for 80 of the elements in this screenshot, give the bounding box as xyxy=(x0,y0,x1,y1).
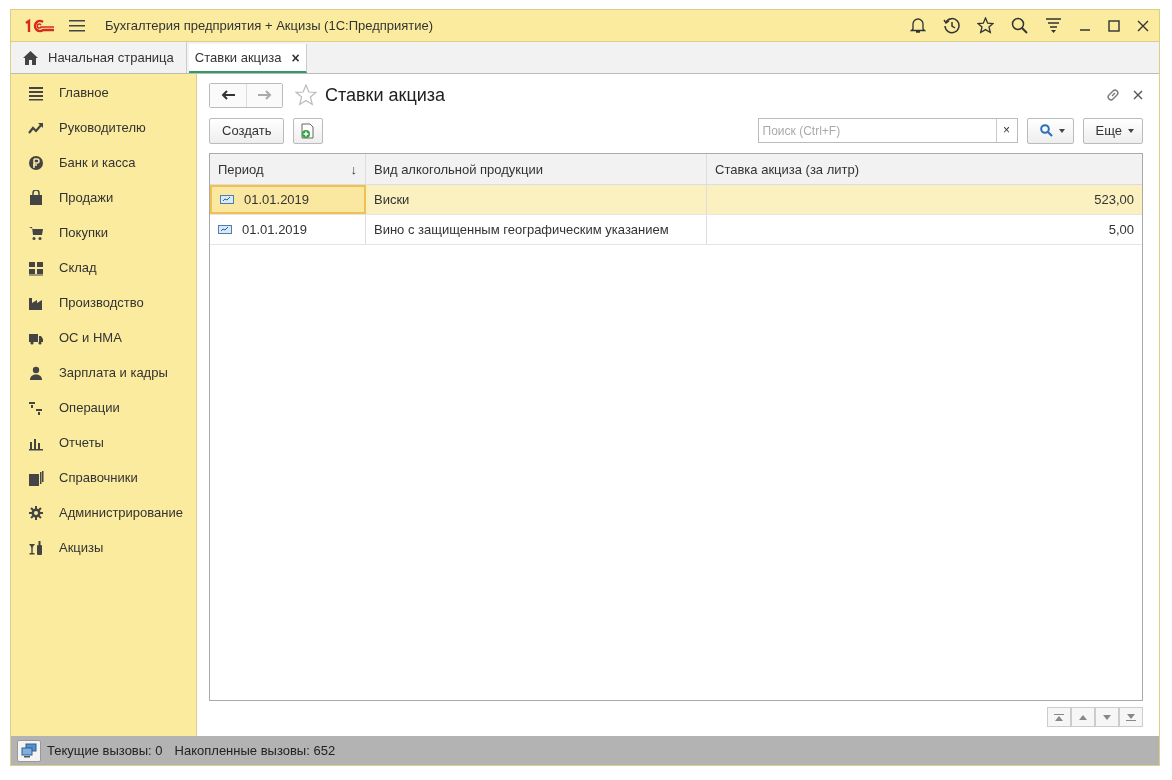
search-icon[interactable] xyxy=(1011,17,1028,34)
star-icon[interactable] xyxy=(295,84,317,106)
sidebar-item[interactable]: Банк и касса xyxy=(11,145,196,180)
person-icon xyxy=(28,364,44,381)
scroll-button[interactable] xyxy=(1047,707,1071,727)
document-add-icon xyxy=(301,122,316,139)
status-text: Накопленные вызовы: 652 xyxy=(174,743,336,758)
sidebar-item[interactable]: Операции xyxy=(11,390,196,425)
menu-icon[interactable] xyxy=(69,18,85,33)
sidebar-item[interactable]: Справочники xyxy=(11,460,196,495)
maximize-icon[interactable] xyxy=(1108,19,1120,32)
back-button[interactable] xyxy=(210,83,246,107)
triangle-down-icon xyxy=(1126,713,1136,721)
search-button[interactable] xyxy=(1026,117,1074,144)
gear-icon xyxy=(28,504,44,521)
sidebar-item[interactable]: Продажи xyxy=(11,180,196,215)
column-header[interactable]: Период ↓ xyxy=(210,154,366,184)
table-cell: Вино с защищенным географическим указанием xyxy=(366,215,707,244)
filter-icon[interactable] xyxy=(1045,17,1062,34)
tab[interactable]: Начальная страница xyxy=(11,42,187,73)
close-icon[interactable] xyxy=(1137,19,1149,32)
column-header[interactable]: Ставка акциза (за литр) xyxy=(707,154,1142,184)
sidebar-item[interactable]: Склад xyxy=(11,250,196,285)
cart-icon xyxy=(28,224,44,241)
list-icon xyxy=(28,84,44,101)
history-icon[interactable] xyxy=(943,17,960,34)
scroll-button[interactable] xyxy=(1119,707,1143,727)
table-cell: 01.01.2019 xyxy=(210,215,366,244)
computers-icon xyxy=(21,743,37,758)
books-icon xyxy=(28,469,44,486)
table-row[interactable]: 01.01.2019 Вино с защищенным географическим указанием 5,00 xyxy=(210,215,1142,245)
create-button[interactable]: Создать xyxy=(209,117,285,144)
clear-button[interactable]: × xyxy=(995,119,1017,142)
arrow-right-icon xyxy=(257,90,272,100)
sort-indicator: ↓ xyxy=(350,161,357,177)
add-document-button[interactable] xyxy=(293,117,324,144)
grid-icon xyxy=(28,259,44,276)
triangle-down-icon xyxy=(1102,713,1112,721)
search-icon xyxy=(1039,124,1053,137)
sidebar-item[interactable]: Отчеты xyxy=(11,425,196,460)
bell-icon[interactable] xyxy=(910,17,926,34)
tab[interactable]: Ставки акциза × xyxy=(188,44,307,73)
table-cell: 01.01.2019 xyxy=(210,185,366,214)
arrow-left-icon xyxy=(221,90,235,100)
caret-icon xyxy=(1128,128,1134,133)
star-icon[interactable] xyxy=(977,17,994,34)
sidebar-item[interactable]: Администрирование xyxy=(11,495,196,530)
sidebar-item[interactable]: Зарплата и кадры xyxy=(11,355,196,390)
record-icon xyxy=(218,225,232,234)
scroll-button[interactable] xyxy=(1095,707,1119,727)
record-icon xyxy=(220,195,234,204)
sidebar-item[interactable]: ОС и НМА xyxy=(11,320,196,355)
search-field[interactable]: Поиск (Ctrl+F) × xyxy=(757,118,1018,143)
sidebar-item[interactable]: Производство xyxy=(11,285,196,320)
table-cell-text: 5,00 xyxy=(1107,221,1135,239)
window-title: Бухгалтерия предприятия + Акцизы (1С:Предприятие) xyxy=(105,18,434,33)
status-text: Текущие вызовы: 0 xyxy=(47,743,163,758)
bottle-icon xyxy=(28,539,44,556)
logo-icon xyxy=(25,18,55,33)
server-calls-button[interactable] xyxy=(17,739,41,762)
triangle-up-icon xyxy=(1078,713,1088,721)
table-row[interactable]: 01.01.2019 Виски 523,00 xyxy=(210,185,1142,215)
sidebar-item[interactable]: Акцизы xyxy=(11,530,196,565)
link-icon[interactable] xyxy=(1105,87,1121,103)
caret-icon xyxy=(1058,128,1065,133)
sidebar-item[interactable]: Главное xyxy=(11,75,196,110)
table-cell-text: 523,00 xyxy=(1093,191,1135,209)
close-icon[interactable] xyxy=(1133,90,1143,100)
bag-icon xyxy=(28,189,44,206)
form-title: Ставки акциза xyxy=(325,84,446,106)
triangle-up-icon xyxy=(1054,713,1064,721)
close-tab-button[interactable]: × xyxy=(291,49,300,66)
table-cell: Виски xyxy=(366,185,707,214)
column-header[interactable]: Вид алкогольной продукции xyxy=(366,154,707,184)
scroll-button[interactable] xyxy=(1071,707,1095,727)
more-button[interactable]: Еще xyxy=(1082,117,1143,144)
home-icon xyxy=(23,50,38,65)
ruble-icon xyxy=(28,154,44,171)
sidebar-item[interactable]: Покупки xyxy=(11,215,196,250)
sidebar-item[interactable]: Руководителю xyxy=(11,110,196,145)
